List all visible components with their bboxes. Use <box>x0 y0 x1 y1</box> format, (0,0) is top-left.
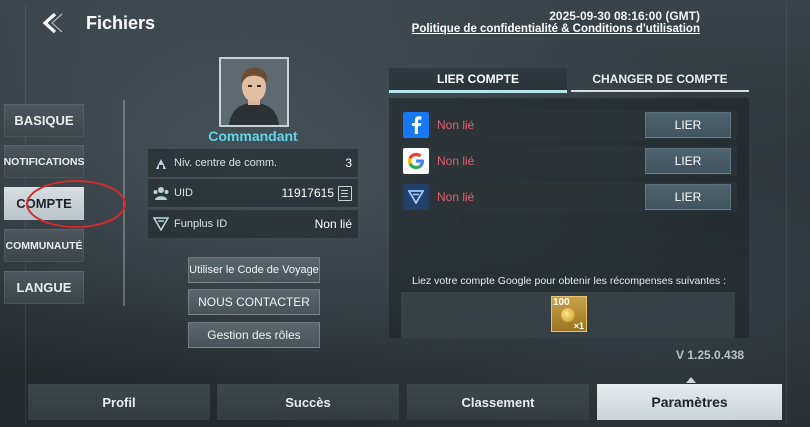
page-title: Fichiers <box>86 13 156 33</box>
back-button[interactable] <box>36 8 70 38</box>
uid-value-container: 11917615 <box>281 185 359 201</box>
reward-item[interactable]: 100 ×1 <box>551 296 587 332</box>
command-center-icon <box>148 155 174 171</box>
link-google-button[interactable]: LIER <box>645 148 731 174</box>
account-row-funplus: Non lié LIER <box>401 182 737 212</box>
tab-basique[interactable]: BASIQUE <box>4 104 84 137</box>
funplus-logo-icon <box>403 184 429 210</box>
bottom-navigation: Profil Succès Classement Paramètres <box>28 384 782 420</box>
caret-up-icon <box>686 377 696 383</box>
reward-amount: 100 <box>553 297 570 308</box>
tab-profil[interactable]: Profil <box>28 384 210 420</box>
server-datetime: 2025-09-30 08:16:00 (GMT) <box>549 9 700 23</box>
uid-row: UID 11917615 <box>148 179 358 207</box>
link-facebook-button[interactable]: LIER <box>645 112 731 138</box>
tab-label: Succès <box>285 394 331 410</box>
tab-label: BASIQUE <box>14 113 74 128</box>
button-label: LIER <box>674 118 702 132</box>
info-label: Funplus ID <box>174 218 228 230</box>
funplus-id-row: Funplus ID Non lié <box>148 210 358 238</box>
tab-succes[interactable]: Succès <box>217 384 399 420</box>
avatar[interactable] <box>219 57 289 127</box>
tab-communaute[interactable]: COMMUNAUTÉ <box>4 229 84 262</box>
button-label: Utiliser le Code de Voyage <box>189 264 319 276</box>
account-row-google: Non lié LIER <box>401 146 737 176</box>
copy-icon[interactable] <box>338 185 352 201</box>
funplus-icon <box>148 217 174 231</box>
link-status: Non lié <box>437 190 475 204</box>
info-value: 3 <box>345 156 352 170</box>
tab-label: CHANGER DE COMPTE <box>592 72 728 86</box>
commander-portrait-icon <box>221 59 287 125</box>
button-label: NOUS CONTACTER <box>198 295 310 309</box>
tab-label: COMMUNAUTÉ <box>5 239 83 252</box>
command-center-level-row: Niv. centre de comm. 3 <box>148 149 358 177</box>
reward-count: ×1 <box>573 321 584 331</box>
button-label: LIER <box>674 190 702 204</box>
reward-description: Liez votre compte Google pour obtenir le… <box>411 275 726 287</box>
account-row-facebook: Non lié LIER <box>401 110 737 140</box>
info-value: Non lié <box>314 217 352 231</box>
back-arrow-icon <box>42 12 63 34</box>
tab-classement[interactable]: Classement <box>407 384 589 420</box>
highlight-circle <box>26 180 126 228</box>
tab-label: Paramètres <box>651 394 728 410</box>
commander-name: Commandant <box>208 128 298 144</box>
tab-label: NOTIFICATIONS <box>3 155 85 168</box>
link-status: Non lié <box>437 118 475 132</box>
role-management-button[interactable]: Gestion des rôles <box>188 322 320 348</box>
tab-label: LIER COMPTE <box>436 72 519 86</box>
link-funplus-button[interactable]: LIER <box>645 184 731 210</box>
tab-link-account[interactable]: LIER COMPTE <box>389 68 567 93</box>
tab-parametres[interactable]: Paramètres <box>597 384 782 420</box>
tab-label: LANGUE <box>16 280 72 295</box>
tab-switch-account[interactable]: CHANGER DE COMPTE <box>571 68 749 92</box>
use-voyage-code-button[interactable]: Utiliser le Code de Voyage <box>188 257 320 283</box>
facebook-icon <box>403 112 429 138</box>
button-label: LIER <box>674 154 702 168</box>
google-icon <box>403 148 429 174</box>
tab-label: Profil <box>102 394 136 410</box>
tab-label: Classement <box>461 394 535 410</box>
tab-langue[interactable]: LANGUE <box>4 271 84 304</box>
coin-icon <box>561 308 575 322</box>
tab-notifications[interactable]: NOTIFICATIONS <box>4 145 84 178</box>
info-label: Niv. centre de comm. <box>174 157 278 169</box>
info-value: 11917615 <box>281 186 335 200</box>
privacy-policy-link[interactable]: Politique de confidentialité & Condition… <box>340 23 700 35</box>
group-icon <box>148 186 174 200</box>
version-label: V 1.25.0.438 <box>676 348 745 362</box>
contact-us-button[interactable]: NOUS CONTACTER <box>188 289 320 315</box>
info-label: UID <box>174 187 193 199</box>
link-status: Non lié <box>437 154 475 168</box>
button-label: Gestion des rôles <box>207 328 301 342</box>
